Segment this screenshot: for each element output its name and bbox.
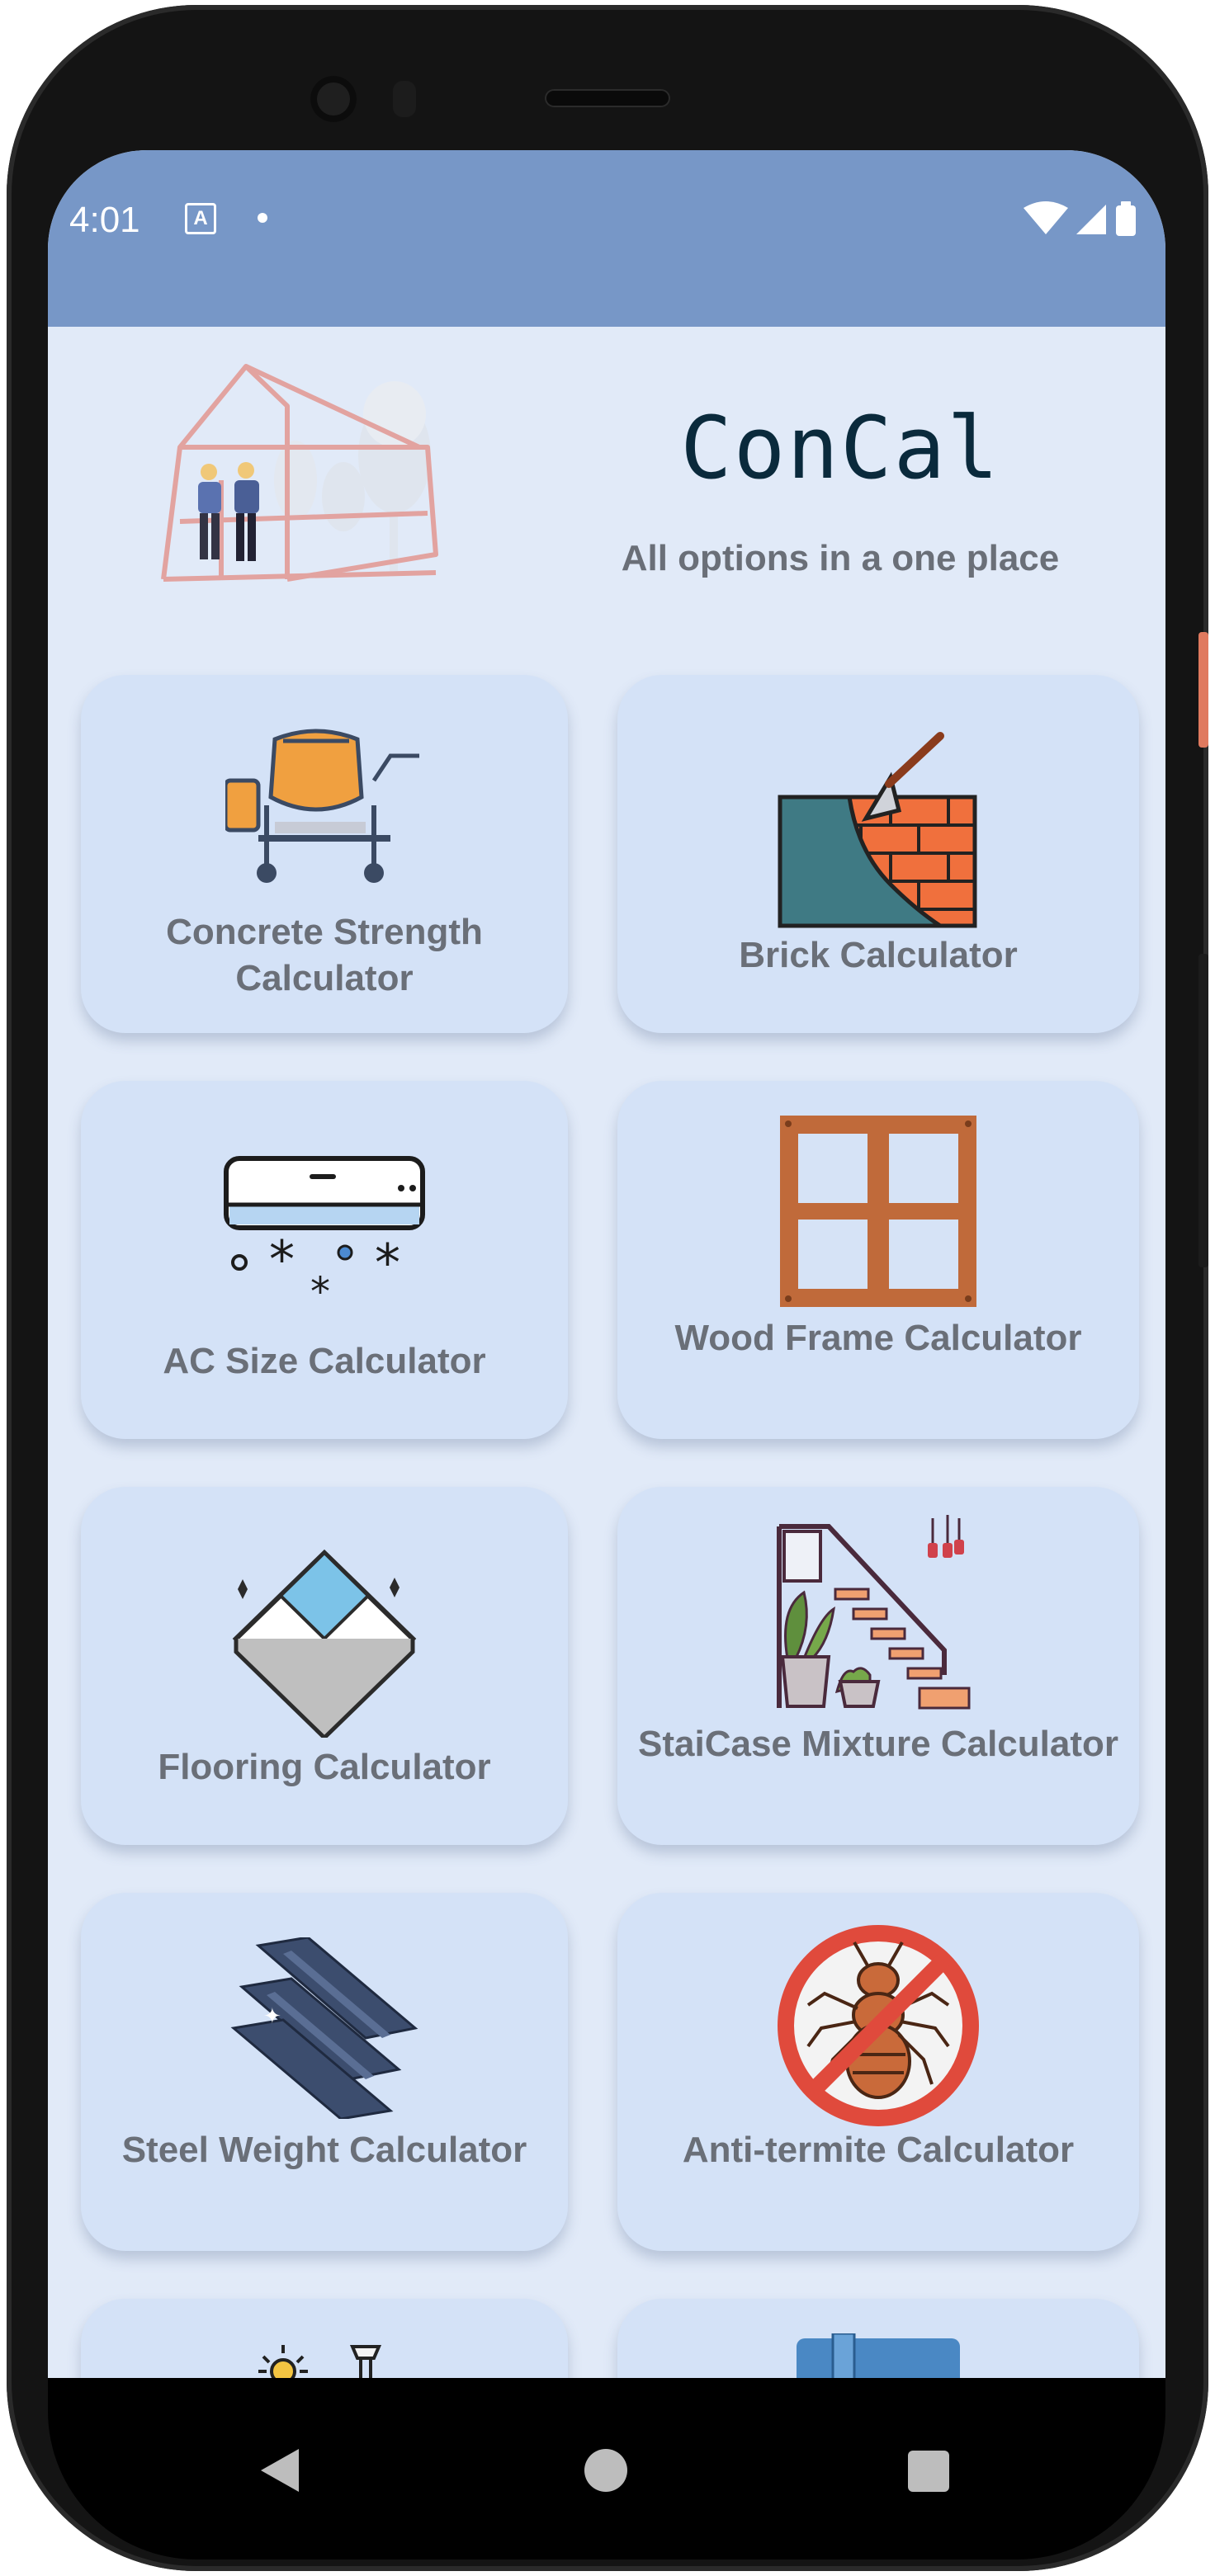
wood-frame-icon <box>780 1116 976 1307</box>
wood-frame-card[interactable]: Wood Frame Calculator <box>617 1081 1139 1439</box>
svg-text:*: * <box>310 1269 330 1312</box>
home-icon[interactable] <box>584 2449 627 2492</box>
concrete-mixer-icon <box>225 729 419 883</box>
partial-card[interactable] <box>617 2299 1139 2378</box>
construction-illustration-icon <box>161 364 438 582</box>
recent-apps-icon[interactable] <box>908 2451 949 2492</box>
concrete-strength-card[interactable]: Concrete Strength Calculator <box>81 675 568 1033</box>
ac-size-card[interactable]: * * * AC Size Calculator <box>81 1081 568 1439</box>
notification-icon: A <box>185 203 216 234</box>
battery-icon <box>1116 201 1136 236</box>
card-label: Anti-termite Calculator <box>682 2130 1075 2170</box>
card-label: Steel Weight Calculator <box>121 2130 527 2170</box>
app-subtitle: All options in a one place <box>621 538 1060 578</box>
sensor <box>393 81 416 117</box>
staircase-card[interactable]: StaiCase Mixture Calculator <box>617 1487 1139 1845</box>
svg-text:✦: ✦ <box>263 2004 281 2029</box>
steel-beam-icon: ✦ <box>230 1937 418 2119</box>
card-label: Wood Frame Calculator <box>674 1318 1082 1358</box>
screen: 4:01 A ConCal All options in a one place… <box>48 150 1165 2378</box>
front-camera <box>310 76 357 122</box>
navigation-bar <box>48 2378 1165 2559</box>
floor-tile-icon <box>232 1549 417 1738</box>
status-time: 4:01 <box>69 200 140 240</box>
partial-card[interactable] <box>81 2299 568 2378</box>
water-tank-icon <box>797 2333 960 2378</box>
card-label: Concrete Strength Calculator <box>166 912 483 998</box>
power-button <box>1198 632 1208 748</box>
card-label: Flooring Calculator <box>158 1747 491 1787</box>
wifi-icon <box>1024 201 1068 234</box>
card-label: Brick Calculator <box>739 935 1018 975</box>
brick-calculator-card[interactable]: Brick Calculator <box>617 675 1139 1033</box>
volume-button <box>1198 954 1208 1267</box>
back-icon[interactable] <box>259 2447 300 2493</box>
air-conditioner-icon: * * * <box>224 1156 425 1312</box>
no-termite-icon <box>778 1925 979 2126</box>
svg-text:*: * <box>375 1233 400 1293</box>
flooring-card[interactable]: Flooring Calculator <box>81 1487 568 1845</box>
app-title: ConCal <box>680 398 1000 498</box>
brick-wall-icon <box>778 732 977 928</box>
svg-text:*: * <box>269 1229 295 1290</box>
status-icons <box>1024 201 1147 238</box>
card-label: StaiCase Mixture Calculator <box>638 1724 1118 1764</box>
staircase-icon <box>777 1515 971 1710</box>
steel-weight-card[interactable]: ✦ Steel Weight Calculator <box>81 1893 568 2251</box>
status-bar: 4:01 A <box>48 150 1165 327</box>
anti-termite-card[interactable]: Anti-termite Calculator <box>617 1893 1139 2251</box>
sun-lamp-icon <box>258 2345 382 2378</box>
notification-dot <box>258 213 267 223</box>
signal-icon <box>1076 205 1106 234</box>
card-label: AC Size Calculator <box>163 1341 486 1381</box>
earpiece-speaker <box>545 89 670 107</box>
